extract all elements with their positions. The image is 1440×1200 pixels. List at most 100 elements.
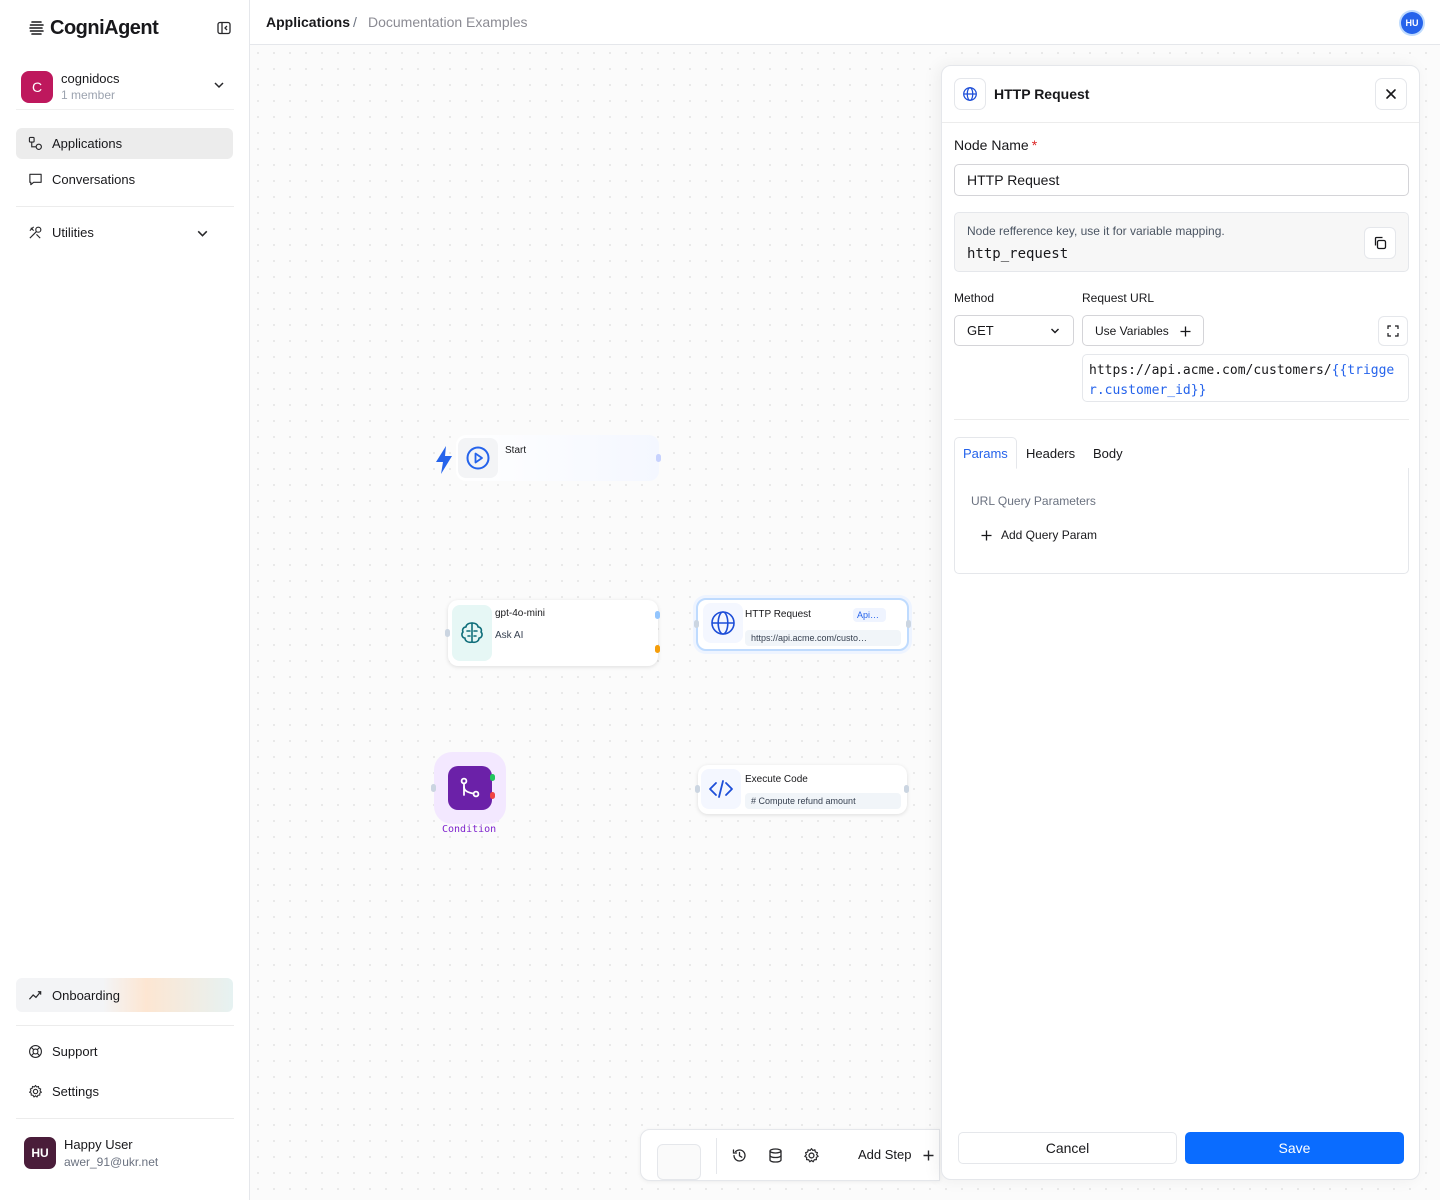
- start-node[interactable]: Start: [456, 435, 661, 481]
- tab-headers[interactable]: Headers: [1018, 437, 1083, 469]
- params-title: URL Query Parameters: [971, 494, 1096, 508]
- panel-header: HTTP Request: [942, 66, 1419, 123]
- node-icon-box: [703, 603, 743, 643]
- chat-icon: [29, 173, 42, 186]
- chevron-down-icon: [197, 230, 208, 237]
- sidebar: CogniAgent C cognidocs 1 member Applicat…: [0, 0, 250, 1200]
- execute-code-node[interactable]: Execute Code # Compute refund amount: [695, 765, 909, 814]
- method-label: Method: [954, 291, 995, 305]
- node-icon-box: [458, 438, 498, 478]
- sidebar-item-label: Conversations: [52, 172, 136, 187]
- input-handle[interactable]: [445, 629, 450, 637]
- node-model: gpt-4o-mini: [495, 608, 546, 619]
- close-panel-button[interactable]: [1375, 78, 1407, 110]
- branch-icon: [460, 777, 480, 798]
- globe-icon: [711, 611, 735, 635]
- panel-title: HTTP Request: [994, 86, 1090, 102]
- output-handle[interactable]: [904, 785, 909, 793]
- http-request-node[interactable]: HTTP Request Api… https://api.acme.com/c…: [694, 598, 911, 651]
- request-url-input[interactable]: https://api.acme.com/customers/{{trigger…: [1082, 354, 1409, 402]
- user-menu[interactable]: HU Happy User awer_91@ukr.net: [16, 1126, 233, 1180]
- toolbar-divider: [716, 1138, 717, 1174]
- user-email: awer_91@ukr.net: [64, 1155, 159, 1169]
- reference-key-box: Node refference key, use it for variable…: [954, 212, 1409, 272]
- use-variables-button[interactable]: Use Variables: [1082, 315, 1204, 346]
- gear-icon[interactable]: [803, 1147, 820, 1164]
- sidebar-item-label: Applications: [52, 136, 123, 151]
- org-switcher[interactable]: C cognidocs 1 member: [16, 64, 234, 110]
- applications-icon: [28, 136, 42, 150]
- tab-params[interactable]: Params: [954, 437, 1017, 469]
- nav-divider: [16, 1118, 234, 1119]
- node-title: Execute Code: [745, 774, 808, 785]
- save-button[interactable]: Save: [1185, 1132, 1404, 1164]
- user-name: Happy User: [64, 1137, 133, 1152]
- node-url-preview: https://api.acme.com/custo…: [745, 630, 901, 646]
- cancel-button[interactable]: Cancel: [958, 1132, 1177, 1164]
- false-handle[interactable]: [490, 792, 495, 799]
- history-icon[interactable]: [731, 1147, 748, 1164]
- lifebuoy-icon: [29, 1045, 42, 1058]
- sidebar-item-label: Onboarding: [52, 987, 120, 1003]
- tools-icon: [29, 226, 42, 239]
- nav-divider: [16, 1025, 234, 1026]
- minimap[interactable]: [657, 1144, 701, 1180]
- node-name-label-text: Node Name: [954, 137, 1029, 153]
- brand-logo[interactable]: CogniAgent: [28, 14, 232, 42]
- avatar: HU: [24, 1137, 56, 1169]
- output-handle[interactable]: [655, 611, 660, 619]
- sidebar-item-utilities[interactable]: Utilities: [16, 217, 233, 248]
- gear-icon: [29, 1084, 42, 1098]
- error-handle[interactable]: [655, 645, 660, 653]
- reference-key-description: Node refference key, use it for variable…: [967, 224, 1225, 238]
- breadcrumb-applications[interactable]: Applications: [266, 14, 350, 30]
- input-handle[interactable]: [694, 620, 699, 628]
- required-mark: *: [1031, 137, 1038, 153]
- input-handle[interactable]: [695, 785, 700, 793]
- copy-button[interactable]: [1364, 227, 1396, 259]
- trigger-bolt-icon: [436, 446, 452, 474]
- trend-icon: [28, 990, 42, 1000]
- output-handle[interactable]: [656, 454, 661, 462]
- play-circle-icon: [466, 446, 490, 470]
- reference-key-value: http_request: [967, 246, 1069, 262]
- breadcrumb-current: Documentation Examples: [368, 14, 528, 30]
- node-name-label: Node Name *: [954, 137, 1037, 153]
- database-icon[interactable]: [767, 1147, 784, 1164]
- sidebar-item-conversations[interactable]: Conversations: [16, 164, 233, 195]
- output-handle[interactable]: [906, 620, 911, 628]
- code-icon: [709, 780, 733, 798]
- node-icon-box: [452, 605, 492, 661]
- expand-url-button[interactable]: [1378, 316, 1408, 346]
- sidebar-item-applications[interactable]: Applications: [16, 128, 233, 159]
- sidebar-item-settings[interactable]: Settings: [16, 1076, 233, 1107]
- tab-body[interactable]: Body: [1085, 437, 1131, 469]
- sidebar-item-onboarding[interactable]: Onboarding: [16, 978, 233, 1012]
- condition-label: Condition: [442, 824, 497, 835]
- add-query-param-label: Add Query Param: [1001, 528, 1098, 542]
- top-header: Applications / Documentation Examples HU: [250, 0, 1440, 45]
- copy-icon: [1374, 236, 1387, 250]
- org-members: 1 member: [61, 88, 116, 102]
- input-handle[interactable]: [431, 784, 436, 792]
- condition-node[interactable]: [431, 752, 506, 824]
- method-value: GET: [967, 323, 994, 338]
- node-name-input[interactable]: HTTP Request: [954, 164, 1409, 196]
- sidebar-item-label: Utilities: [52, 225, 94, 240]
- use-variables-label: Use Variables: [1095, 323, 1169, 338]
- avatar[interactable]: HU: [1401, 12, 1423, 34]
- node-icon-box: [448, 766, 492, 810]
- llm-node[interactable]: gpt-4o-mini Ask AI: [445, 600, 660, 666]
- params-tab-content: URL Query Parameters Add Query Param: [954, 468, 1409, 574]
- sidebar-item-support[interactable]: Support: [16, 1036, 233, 1067]
- add-step-button[interactable]: Add Step: [858, 1147, 912, 1162]
- chevron-down-icon: [1051, 328, 1059, 334]
- add-query-param-button[interactable]: Add Query Param: [981, 528, 1097, 542]
- sidebar-item-label: Settings: [52, 1084, 99, 1099]
- org-name: cognidocs: [61, 71, 120, 86]
- collapse-sidebar-icon[interactable]: [216, 20, 232, 36]
- url-static-part: https://api.acme.com/customers/: [1089, 363, 1332, 378]
- true-handle[interactable]: [490, 774, 495, 781]
- method-select[interactable]: GET: [954, 315, 1074, 346]
- request-url-label: Request URL: [1082, 291, 1155, 305]
